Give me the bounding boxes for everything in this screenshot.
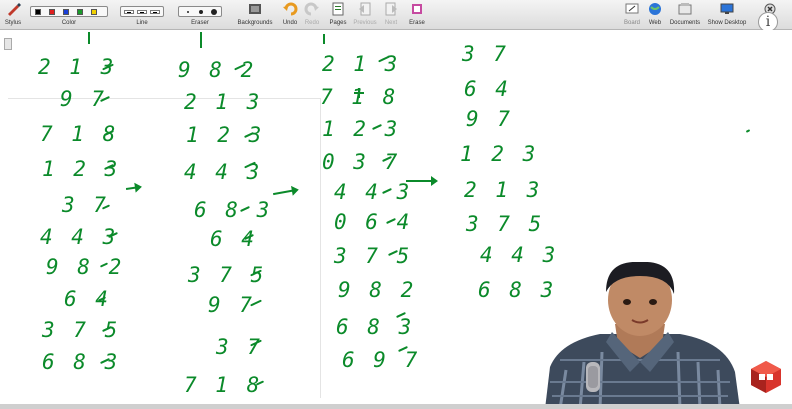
eraser-large-option[interactable] [211, 9, 217, 15]
line-medium-option[interactable] [137, 10, 147, 14]
eraser-group: Eraser [176, 2, 224, 28]
arrow-right [125, 186, 141, 190]
erase-label: Erase [409, 20, 425, 26]
page-tab-marker[interactable] [4, 38, 12, 50]
undo-button[interactable]: Undo [280, 2, 300, 28]
pass-marker [88, 32, 90, 44]
col2-number: 6 4 [210, 227, 257, 251]
board-button[interactable]: Board [620, 2, 644, 28]
col1-number: 3 7 [62, 193, 109, 217]
col1-number: 3 7 5 [42, 318, 121, 342]
col4-number: 1 2 3 [460, 142, 539, 166]
presenter-webcam [545, 262, 740, 409]
previous-button[interactable]: Previous [350, 2, 380, 28]
eraser-medium-option[interactable] [199, 10, 203, 14]
col2-number: 3 7 5 [188, 263, 267, 287]
pass-marker [323, 34, 325, 44]
web-label: Web [648, 20, 662, 26]
tick-mark [745, 129, 751, 133]
info-button[interactable]: i [758, 12, 778, 32]
col4-number: 3 7 5 [466, 212, 545, 236]
show-desktop-icon [720, 3, 734, 14]
col2-number: 9 7 [208, 293, 255, 317]
col2-number: 6 8 3 [194, 198, 273, 222]
board-icon [625, 3, 639, 14]
pages-button[interactable]: Pages [326, 2, 350, 28]
next-icon [385, 2, 397, 16]
next-label: Next [384, 20, 398, 26]
col3-number: 0 6 4 [334, 210, 413, 234]
documents-label: Documents [669, 20, 701, 26]
stylus-label: Stylus [4, 20, 22, 26]
col2-number: 9 8 2 [178, 58, 257, 82]
previous-label: Previous [353, 20, 377, 26]
web-icon [649, 3, 661, 15]
col3-number: 4 4 3 [334, 180, 413, 204]
col3-number: 6 9 7 [342, 348, 421, 372]
arrow-right [273, 188, 297, 196]
documents-button[interactable]: Documents [666, 2, 704, 28]
col2-number: 3 7 [216, 335, 263, 359]
backgrounds-icon [249, 4, 261, 14]
col4-number: 3 7 [462, 42, 509, 66]
erase-icon [412, 4, 422, 14]
undo-icon [283, 2, 298, 16]
line-thin-option[interactable] [124, 10, 134, 14]
color-green-swatch[interactable] [77, 9, 83, 15]
line-thick-option[interactable] [150, 10, 160, 14]
annotation-toolbar: Stylus Color Line Eraser Backgrounds Und… [0, 0, 792, 30]
color-group: Color [28, 2, 110, 28]
col1-number: 4 4 3 [40, 225, 119, 249]
undo-label: Undo [282, 20, 298, 26]
redo-label: Redo [304, 20, 320, 26]
eraser-label: Eraser [191, 20, 209, 26]
col2-number: 1 2 3 [186, 123, 265, 147]
backgrounds-label: Backgrounds [237, 20, 273, 26]
color-blue-swatch[interactable] [63, 9, 69, 15]
color-red-swatch[interactable] [49, 9, 55, 15]
col4-number: 9 7 [466, 107, 513, 131]
color-black-swatch[interactable] [35, 9, 41, 15]
next-button[interactable]: Next [380, 2, 402, 28]
web-button[interactable]: Web [645, 2, 665, 28]
col3-number: 1 2 3 [322, 117, 401, 141]
stylus-icon [8, 3, 21, 16]
col1-number: 9 8 2 [46, 255, 125, 279]
col2-number: 7 1 8 [184, 373, 263, 397]
color-label: Color [61, 20, 77, 26]
col3-number: 3 7 5 [334, 244, 413, 268]
plus-mark [358, 88, 360, 98]
backgrounds-button[interactable]: Backgrounds [234, 2, 276, 28]
col4-number: 2 1 3 [464, 178, 543, 202]
col1-number: 6 8 3 [42, 350, 121, 374]
bottom-status-bar [0, 404, 792, 409]
col2-number: 2 1 3 [184, 90, 263, 114]
redo-icon [304, 2, 319, 16]
show-desktop-button[interactable]: Show Desktop [704, 2, 750, 28]
faint-guide-line [8, 98, 320, 99]
stylus-button[interactable]: Stylus [2, 2, 24, 28]
pages-icon [332, 2, 344, 16]
erase-button[interactable]: Erase [404, 2, 430, 28]
col1-number: 1 2 3 [42, 157, 121, 181]
show-desktop-label: Show Desktop [707, 20, 747, 26]
documents-icon [678, 3, 692, 15]
col4-number: 6 4 [464, 77, 511, 101]
previous-icon [359, 2, 371, 16]
redo-button[interactable]: Redo [302, 2, 322, 28]
board-label: Board [623, 20, 640, 26]
line-label: Line [136, 20, 148, 26]
col3-number: 0 3 7 [322, 150, 401, 174]
eraser-small-option[interactable] [187, 11, 189, 13]
col3-number: 9 8 2 [338, 278, 417, 302]
arrow-right [406, 176, 438, 186]
channel-logo-icon [751, 361, 781, 393]
pass-marker [200, 32, 202, 48]
pages-label: Pages [329, 20, 347, 26]
line-group: Line [118, 2, 166, 28]
faint-guide-line [320, 98, 321, 398]
color-yellow-swatch[interactable] [91, 9, 97, 15]
col3-number: 6 8 3 [336, 315, 415, 339]
